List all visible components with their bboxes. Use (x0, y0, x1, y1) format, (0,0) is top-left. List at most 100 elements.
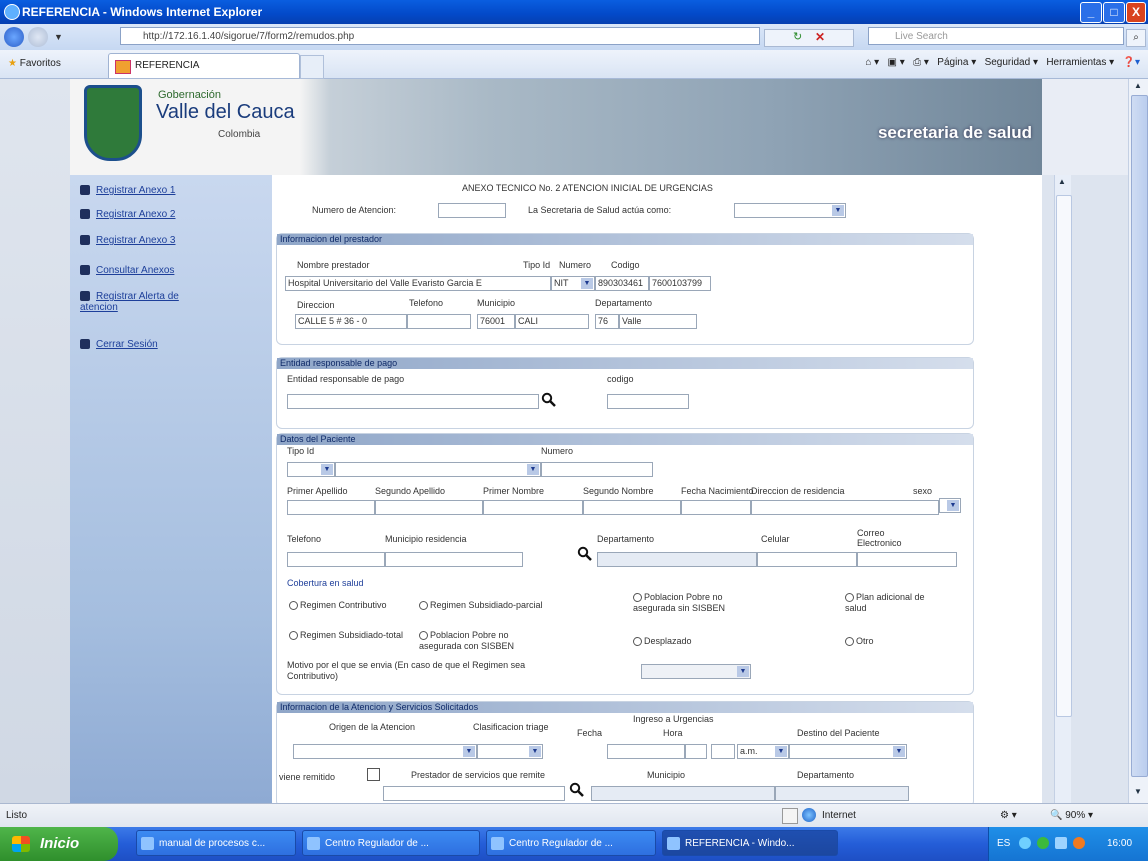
municipio-residencia-input[interactable] (385, 552, 523, 567)
tab-referencia[interactable]: REFERENCIA (108, 53, 300, 78)
triage-select[interactable]: ▼ (477, 744, 543, 759)
radio-plan-adicional[interactable]: Plan adicional de salud (845, 592, 945, 614)
primer-apellido-input[interactable] (287, 500, 375, 515)
refresh-stop-buttons[interactable]: ✕ ↻ (764, 29, 854, 47)
radio-otro[interactable]: Otro (845, 636, 874, 647)
home-icon[interactable]: ⌂ ▾ (865, 57, 879, 68)
tray-app-icon[interactable] (1055, 837, 1067, 849)
scroll-up-icon[interactable]: ▲ (1134, 81, 1142, 90)
radio-subsidiado-total[interactable]: Regimen Subsidiado-total (289, 630, 409, 641)
municipio-name-input[interactable]: CALI (515, 314, 589, 329)
entidad-input[interactable] (287, 394, 539, 409)
stop-icon[interactable]: ✕ (815, 30, 825, 44)
new-tab-button[interactable] (300, 55, 324, 79)
task-referencia[interactable]: REFERENCIA - Windo... (662, 830, 838, 856)
start-button[interactable]: Inicio (0, 827, 118, 861)
ampm-select[interactable]: a.m. ▼ (737, 744, 789, 759)
remitido-checkbox[interactable] (367, 768, 380, 781)
close-button[interactable]: X (1126, 2, 1146, 23)
primer-nombre-input[interactable] (483, 500, 583, 515)
radio-regimen-contributivo[interactable]: Regimen Contributivo (289, 600, 387, 611)
radio-subsidiado-parcial[interactable]: Regimen Subsidiado-parcial (419, 600, 543, 611)
back-button[interactable] (4, 27, 24, 47)
telefono-paciente-input[interactable] (287, 552, 385, 567)
direccion-input[interactable]: CALLE 5 # 36 - 0 (295, 314, 407, 329)
scroll-up-icon[interactable]: ▲ (1058, 177, 1066, 186)
search-input[interactable]: Live Search (868, 27, 1124, 45)
fecha-input[interactable] (607, 744, 685, 759)
sidebar-item-anexo1[interactable]: Registrar Anexo 1 (80, 185, 176, 196)
security-menu[interactable]: Seguridad ▾ (985, 57, 1038, 68)
page-scroll-thumb[interactable] (1131, 95, 1148, 777)
correo-input[interactable] (857, 552, 957, 567)
secretaria-select[interactable]: ▼ (734, 203, 846, 218)
refresh-icon[interactable]: ↻ (793, 30, 802, 43)
address-input[interactable]: http://172.16.1.40/sigorue/7/form2/remud… (120, 27, 760, 45)
departamento-name-input[interactable]: Valle (619, 314, 697, 329)
frame-scrollbar[interactable]: ▲ (1054, 175, 1072, 803)
protected-mode-icon[interactable]: ⚙ ▾ (1000, 810, 1017, 821)
paciente-tipo-select2[interactable]: ▼ (335, 462, 541, 477)
destino-select[interactable]: ▼ (789, 744, 907, 759)
numero-input[interactable]: 890303461 (595, 276, 649, 291)
radio-desplazado[interactable]: Desplazado (633, 636, 692, 647)
origen-select[interactable]: ▼ (293, 744, 477, 759)
forward-button[interactable] (28, 27, 48, 47)
segundo-apellido-input[interactable] (375, 500, 483, 515)
numero-atencion-input[interactable] (438, 203, 506, 218)
tools-menu[interactable]: Herramientas ▾ (1046, 57, 1114, 68)
task-centro-regulador-1[interactable]: Centro Regulador de ... (302, 830, 480, 856)
zoom-control[interactable]: 🔍 90% ▾ (1050, 810, 1093, 821)
task-manual-procesos[interactable]: manual de procesos c... (136, 830, 296, 856)
nav-dropdown-icon[interactable]: ▼ (54, 32, 63, 42)
municipio-code-input[interactable]: 76001 (477, 314, 515, 329)
minimize-button[interactable]: _ (1080, 2, 1102, 23)
search-button[interactable]: ⌕ (1126, 29, 1146, 47)
search-icon[interactable] (569, 782, 585, 798)
page-menu[interactable]: Página ▾ (937, 57, 976, 68)
maximize-button[interactable]: □ (1103, 2, 1125, 23)
clock[interactable]: 16:00 (1107, 838, 1132, 849)
sidebar-item-cerrar[interactable]: Cerrar Sesión (80, 339, 158, 350)
frame-scroll-thumb[interactable] (1056, 195, 1072, 717)
search-icon[interactable] (577, 546, 593, 562)
celular-input[interactable] (757, 552, 857, 567)
favorites-button[interactable]: ★ Favoritos (8, 58, 61, 69)
sidebar-item-anexo2[interactable]: Registrar Anexo 2 (80, 209, 176, 220)
minuto-input[interactable] (711, 744, 735, 759)
nombre-prestador-input[interactable]: Hospital Universitario del Valle Evarist… (285, 276, 551, 291)
telefono-input[interactable] (407, 314, 471, 329)
atencion-departamento-input[interactable] (775, 786, 909, 801)
sidebar-item-consultar[interactable]: Consultar Anexos (80, 265, 174, 276)
codigo-input[interactable]: 7600103799 (649, 276, 711, 291)
departamento-paciente-input[interactable] (597, 552, 757, 567)
feeds-icon[interactable]: ▣ ▾ (888, 57, 905, 68)
sidebar-item-anexo3[interactable]: Registrar Anexo 3 (80, 235, 176, 246)
direccion-residencia-input[interactable] (751, 500, 939, 515)
motivo-select[interactable]: ▼ (641, 664, 751, 679)
scroll-down-icon[interactable]: ▼ (1134, 787, 1142, 796)
tray-app-icon[interactable] (1073, 837, 1085, 849)
segundo-nombre-input[interactable] (583, 500, 681, 515)
departamento-code-input[interactable]: 76 (595, 314, 619, 329)
radio-pobre-con-sisben[interactable]: Poblacion Pobre no asegurada con SISBEN (419, 630, 549, 652)
search-icon[interactable] (541, 392, 557, 408)
sexo-select[interactable]: ▼ (939, 498, 961, 513)
fecha-nacimiento-input[interactable] (681, 500, 751, 515)
atencion-municipio-input[interactable] (591, 786, 775, 801)
sidebar-item-alerta[interactable]: Registrar Alerta de atencion (80, 291, 200, 313)
paciente-numero-input[interactable] (541, 462, 653, 477)
entidad-codigo-input[interactable] (607, 394, 689, 409)
hora-input[interactable] (685, 744, 707, 759)
language-indicator[interactable]: ES (997, 838, 1010, 849)
prestador-remite-input[interactable] (383, 786, 565, 801)
task-centro-regulador-2[interactable]: Centro Regulador de ... (486, 830, 656, 856)
page-scrollbar[interactable]: ▲ ▼ (1128, 79, 1148, 803)
tray-app-icon[interactable] (1037, 837, 1049, 849)
network-icon[interactable] (1019, 837, 1031, 849)
radio-pobre-sin-sisben[interactable]: Poblacion Pobre no asegurada sin SISBEN (633, 592, 753, 614)
print-icon[interactable]: ⎙ ▾ (913, 57, 929, 68)
paciente-tipo-id-select[interactable]: ▼ (287, 462, 335, 477)
tipo-id-select[interactable]: NIT ▼ (551, 276, 595, 291)
help-icon[interactable]: ❓▾ (1123, 57, 1140, 68)
